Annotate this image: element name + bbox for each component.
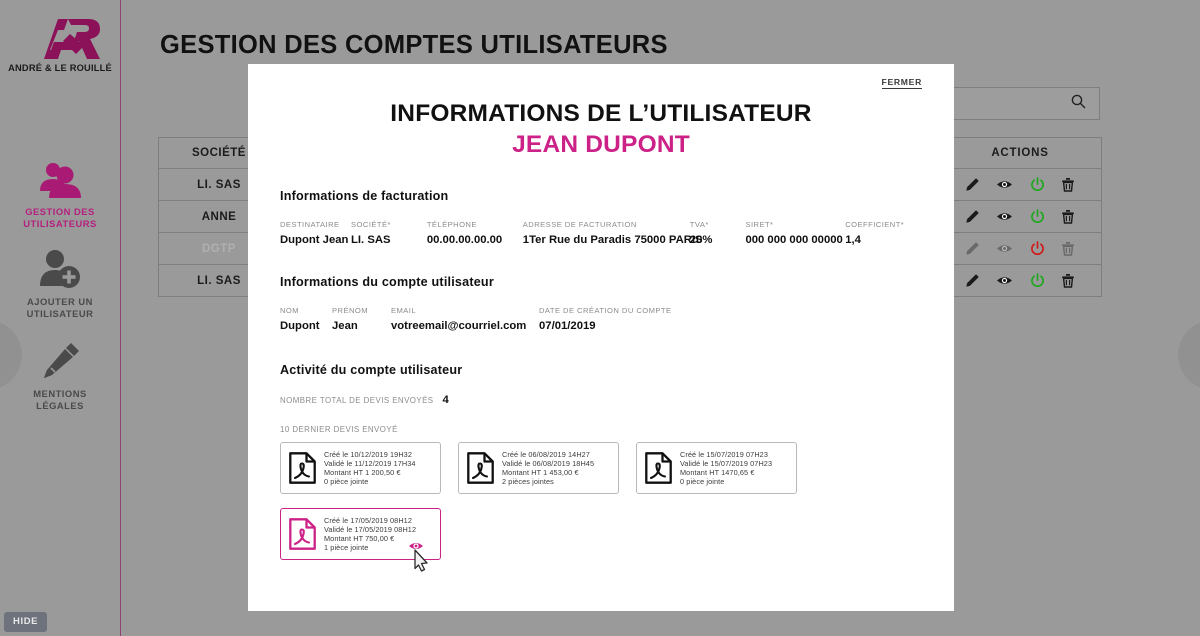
field-tva: TVA* 20%	[689, 220, 713, 246]
row-actions	[939, 273, 1101, 288]
search-input[interactable]	[952, 87, 1100, 120]
billing-fields: DESTINATAIRE Dupont Jean SOCIÉTÉ* LI. SA…	[280, 220, 922, 246]
quote-details: Créé le 10/12/2019 19H32 Validé le 11/12…	[324, 449, 416, 487]
brand-logo[interactable]: ANDRÉ & LE ROUILLÉ	[0, 16, 120, 73]
field-societe: SOCIÉTÉ* LI. SAS	[351, 220, 391, 246]
pencil-icon[interactable]	[965, 177, 980, 192]
quotes-grid: Créé le 10/12/2019 19H32 Validé le 11/12…	[280, 442, 798, 572]
sidebar-item-ajouter-label-2: UTILISATEUR	[26, 308, 94, 319]
quote-details: Créé le 06/08/2019 14H27 Validé le 06/08…	[502, 449, 595, 487]
user-plus-icon	[0, 245, 120, 289]
close-modal-link[interactable]: FERMER	[881, 77, 922, 89]
users-icon	[0, 155, 120, 199]
pencil-icon	[965, 241, 980, 256]
field-date-de-creation: DATE DE CRÉATION DU COMPTE 07/01/2019	[539, 306, 672, 332]
field-email: EMAIL votreemail@courriel.com	[391, 306, 527, 332]
field-adresse-de-facturation: ADRESSE DE FACTURATION 1Ter Rue du Parad…	[522, 220, 703, 246]
trash-icon[interactable]	[1061, 209, 1075, 224]
pdf-icon	[289, 452, 316, 484]
trash-icon[interactable]	[1061, 273, 1075, 288]
account-fields: NOM Dupont PRÉNOM Jean EMAIL votreemail@…	[280, 306, 922, 332]
field-siret: SIRET* 000 000 000 00000	[745, 220, 843, 246]
power-icon[interactable]	[1030, 177, 1045, 192]
user-information-modal: FERMER INFORMATIONS DE L’UTILISATEUR JEA…	[248, 64, 954, 611]
ar-monogram-icon	[14, 16, 106, 60]
row-actions	[939, 177, 1101, 192]
chevron-right-icon[interactable]	[1178, 320, 1200, 390]
eye-icon	[996, 242, 1013, 255]
pencil-icon[interactable]	[965, 273, 980, 288]
power-icon[interactable]	[1030, 241, 1045, 256]
billing-section-heading: Informations de facturation	[280, 189, 449, 203]
sidebar-item-ajouter-un-utilisateur[interactable]: AJOUTER UN UTILISATEUR	[0, 245, 120, 320]
eye-icon[interactable]	[996, 274, 1013, 287]
hide-button[interactable]: HIDE	[4, 612, 48, 632]
column-header-actions: ACTIONS	[991, 147, 1049, 159]
sidebar-item-ajouter-label-1: AJOUTER UN	[27, 296, 93, 307]
quote-details: Créé le 15/07/2019 07H23 Validé le 15/07…	[680, 449, 773, 487]
eye-icon[interactable]	[996, 210, 1013, 223]
quote-card[interactable]: Créé le 06/08/2019 14H27 Validé le 06/08…	[458, 442, 619, 494]
activity-section-heading: Activité du compte utilisateur	[280, 363, 463, 377]
sidebar-item-gestion-label-2: UTILISATEURS	[23, 218, 97, 229]
modal-subtitle-user-name: JEAN DUPONT	[512, 131, 690, 158]
sidebar-item-mentions-label-2: LÉGALES	[36, 400, 84, 411]
search-icon	[1071, 94, 1086, 114]
power-icon[interactable]	[1030, 209, 1045, 224]
pdf-icon	[289, 518, 316, 550]
row-actions	[939, 209, 1101, 224]
sidebar-item-gestion-des-utilisateurs[interactable]: GESTION DES UTILISATEURS	[0, 155, 120, 230]
field-telephone: TÉLÉPHONE 00.00.00.00.00	[426, 220, 503, 246]
pencil-icon[interactable]	[965, 209, 980, 224]
eye-icon[interactable]	[996, 178, 1013, 191]
sidebar-item-gestion-label-1: GESTION DES	[25, 206, 95, 217]
quotes-list-caption: 10 DERNIER DEVIS ENVOYÉ	[280, 425, 398, 434]
field-nom: NOM Dupont	[280, 306, 320, 332]
sidebar: ANDRÉ & LE ROUILLÉ GESTION DES UTILISATE…	[0, 0, 121, 636]
modal-body: Informations de facturation DESTINATAIRE…	[248, 189, 954, 572]
quote-details: Créé le 17/05/2019 08H12 Validé le 17/05…	[324, 515, 417, 553]
field-destinataire: DESTINATAIRE Dupont Jean	[280, 220, 349, 246]
row-actions	[939, 241, 1101, 256]
pdf-icon	[467, 452, 494, 484]
field-prenom: PRÉNOM Jean	[332, 306, 369, 332]
trash-icon[interactable]	[1061, 177, 1075, 192]
quote-card-selected[interactable]: Créé le 17/05/2019 08H12 Validé le 17/05…	[280, 508, 441, 572]
quote-card[interactable]: Créé le 15/07/2019 07H23 Validé le 15/07…	[636, 442, 797, 494]
pdf-icon	[645, 452, 672, 484]
quote-card[interactable]: Créé le 10/12/2019 19H32 Validé le 11/12…	[280, 442, 441, 494]
trash-icon	[1061, 241, 1075, 256]
total-quotes-sent: NOMBRE TOTAL DE DEVIS ENVOYÉS 4	[280, 394, 449, 406]
brand-wordmark: ANDRÉ & LE ROUILLÉ	[8, 63, 112, 73]
field-coefficient: COEFFICIENT* 1,4	[845, 220, 905, 246]
page-title: GESTION DES COMPTES UTILISATEURS	[160, 31, 668, 59]
power-icon[interactable]	[1030, 273, 1045, 288]
sidebar-item-mentions-label-1: MENTIONS	[33, 388, 87, 399]
modal-title: INFORMATIONS DE L’UTILISATEUR	[390, 100, 812, 127]
account-section-heading: Informations du compte utilisateur	[280, 275, 494, 289]
